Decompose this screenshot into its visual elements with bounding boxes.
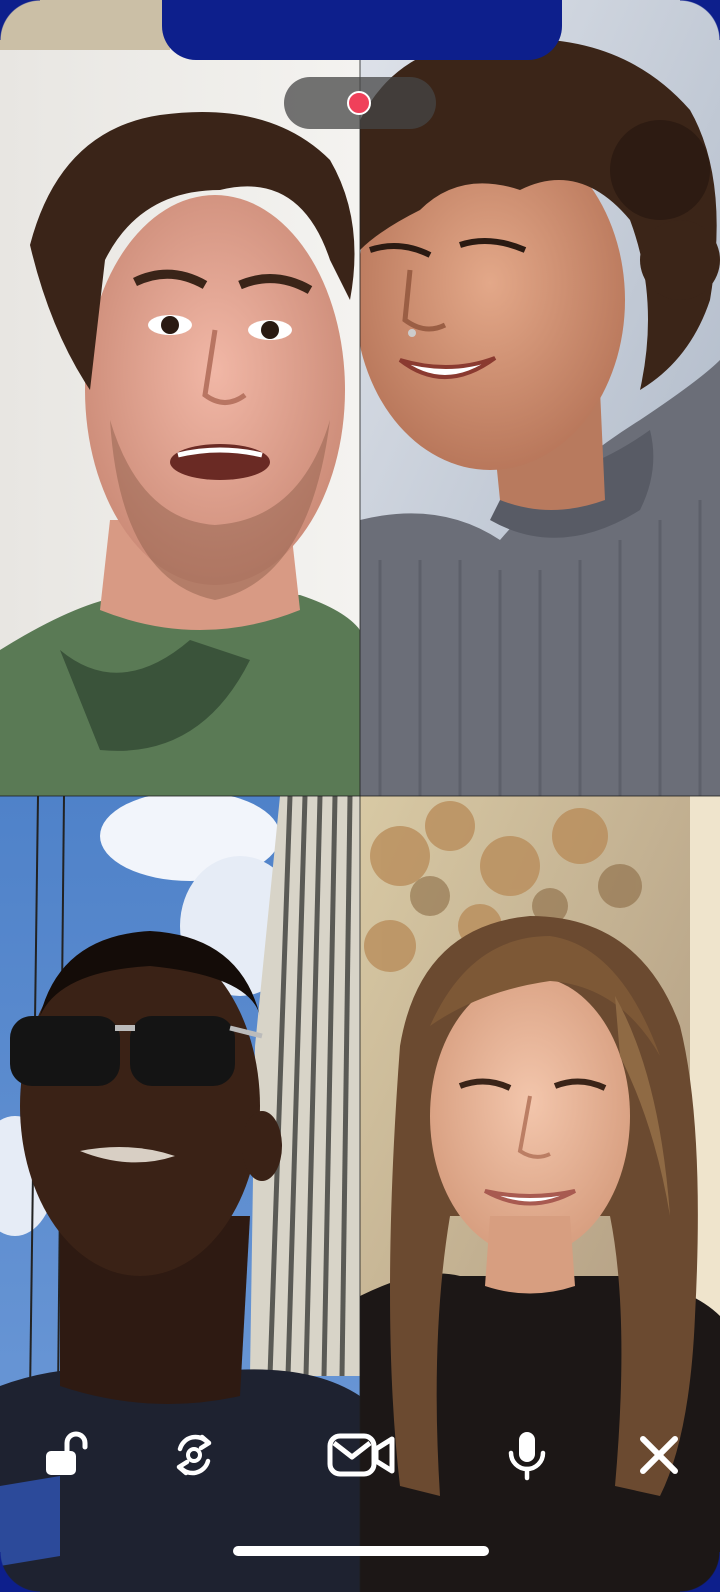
- screen-corner: [680, 1552, 720, 1592]
- participant-grid: [0, 0, 720, 1592]
- message-video-icon: [327, 1433, 395, 1477]
- flip-camera-button[interactable]: [159, 1420, 229, 1490]
- flip-camera-icon: [176, 1434, 212, 1476]
- microphone-icon: [508, 1432, 546, 1481]
- video-call-screen: [0, 0, 720, 1592]
- unlock-button[interactable]: [30, 1420, 100, 1490]
- home-indicator[interactable]: [233, 1546, 489, 1556]
- screen-corner: [680, 0, 720, 40]
- recording-indicator: [284, 77, 436, 129]
- device-notch: [162, 0, 562, 60]
- screen-corner: [0, 0, 40, 40]
- message-video-button[interactable]: [326, 1420, 396, 1490]
- call-controls-toolbar: [0, 1420, 720, 1500]
- recording-dot-icon: [347, 91, 371, 115]
- microphone-button[interactable]: [492, 1420, 562, 1490]
- unlock-icon: [46, 1431, 88, 1475]
- end-call-button[interactable]: [624, 1420, 694, 1490]
- screen-corner: [0, 1552, 40, 1592]
- close-icon: [640, 1436, 678, 1474]
- tile-divider-horizontal: [0, 795, 720, 797]
